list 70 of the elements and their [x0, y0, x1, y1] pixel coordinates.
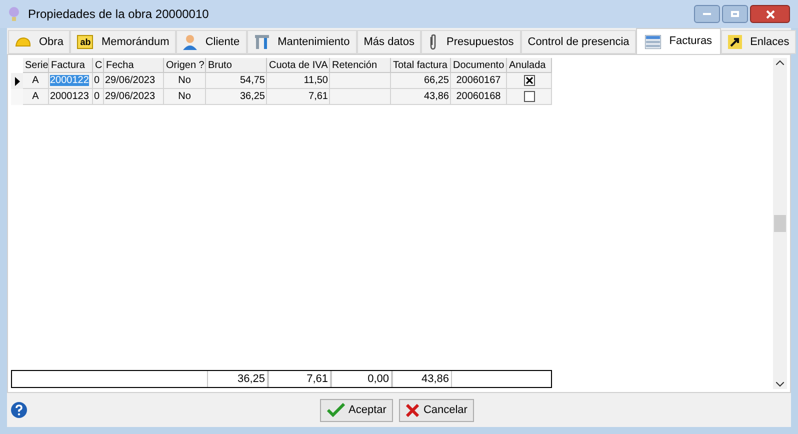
cancel-button[interactable]: Cancelar — [399, 398, 474, 422]
tab[interactable]: Facturas — [636, 28, 722, 54]
column-header[interactable]: Documento — [451, 58, 507, 73]
column-header[interactable]: Origen ? — [164, 58, 206, 73]
table-cell: 20060168 — [451, 89, 507, 105]
table-cell: A — [23, 73, 49, 89]
table-cell: 29/06/2023 — [104, 73, 164, 89]
table-cell: No — [164, 89, 206, 105]
table-cell: 0 — [93, 89, 104, 105]
scroll-thumb[interactable] — [774, 215, 786, 232]
accept-button[interactable]: Aceptar — [320, 398, 394, 422]
table-cell: 2000123 — [49, 89, 93, 105]
checkbox[interactable] — [524, 91, 534, 102]
table-cell: 20060167 — [451, 73, 507, 89]
shortcut-icon — [728, 35, 742, 49]
table-cell: 43,86 — [391, 89, 451, 105]
column-header[interactable]: Bruto — [206, 58, 267, 73]
table-cell: A — [23, 89, 49, 105]
tab[interactable]: Obra — [8, 30, 70, 54]
close-icon — [766, 10, 774, 18]
column-header[interactable]: Factura — [49, 58, 93, 73]
tab[interactable]: Mantenimiento — [246, 30, 357, 54]
total-value: 7,61 — [268, 371, 331, 387]
checkmark-icon — [326, 403, 345, 417]
total-value: 43,86 — [392, 371, 452, 387]
table-cell: 29/06/2023 — [104, 89, 164, 105]
total-value: 0,00 — [331, 371, 392, 387]
table-cell: 66,25 — [391, 73, 451, 89]
tools-icon — [254, 34, 270, 50]
column-header[interactable]: Serie — [23, 58, 49, 73]
scroll-up-icon[interactable] — [776, 60, 784, 65]
paperclip-icon — [428, 34, 438, 50]
table-cell: 0 — [93, 73, 104, 89]
cross-icon — [406, 404, 420, 416]
tab[interactable]: Control de presencia — [520, 30, 636, 54]
scrollbar[interactable] — [773, 58, 787, 389]
scroll-down-icon[interactable] — [776, 382, 784, 387]
lightbulb-icon — [8, 6, 20, 22]
minimize-button[interactable] — [694, 5, 720, 23]
column-header[interactable]: Fecha — [104, 58, 164, 73]
tab[interactable]: Enlaces — [721, 30, 796, 54]
table-cell — [330, 89, 391, 105]
column-header[interactable]: C — [93, 58, 104, 73]
text-icon: ab — [77, 35, 94, 49]
tab[interactable]: Presupuestos — [421, 30, 521, 54]
checkbox[interactable] — [524, 75, 534, 86]
table-cell: 36,25 — [206, 89, 267, 105]
close-button[interactable] — [750, 5, 790, 23]
column-header[interactable]: Retención — [330, 58, 391, 73]
column-header[interactable]: Total factura — [391, 58, 451, 73]
list-icon — [645, 34, 662, 48]
table-cell: 2000122 — [49, 73, 93, 89]
tab[interactable]: ab Memorándum — [70, 30, 176, 54]
tab[interactable]: Más datos — [356, 30, 422, 54]
maximize-button[interactable] — [722, 5, 748, 23]
table-cell — [330, 73, 391, 89]
column-header[interactable]: Anulada — [507, 58, 552, 73]
row-pointer-icon — [14, 76, 20, 86]
window-title: Propiedades de la obra 20000010 — [28, 6, 210, 23]
table-cell: No — [164, 73, 206, 89]
table-cell: 7,61 — [267, 89, 330, 105]
tab[interactable]: Cliente — [176, 30, 247, 54]
row-header[interactable] — [11, 73, 23, 89]
column-header[interactable]: Cuota de IVA — [267, 58, 330, 73]
table-cell: 11,50 — [267, 73, 330, 89]
help-icon[interactable] — [11, 402, 27, 418]
helmet-icon — [15, 36, 31, 48]
total-value: 36,25 — [207, 371, 268, 387]
person-icon — [183, 34, 198, 50]
table-cell: 54,75 — [206, 73, 267, 89]
